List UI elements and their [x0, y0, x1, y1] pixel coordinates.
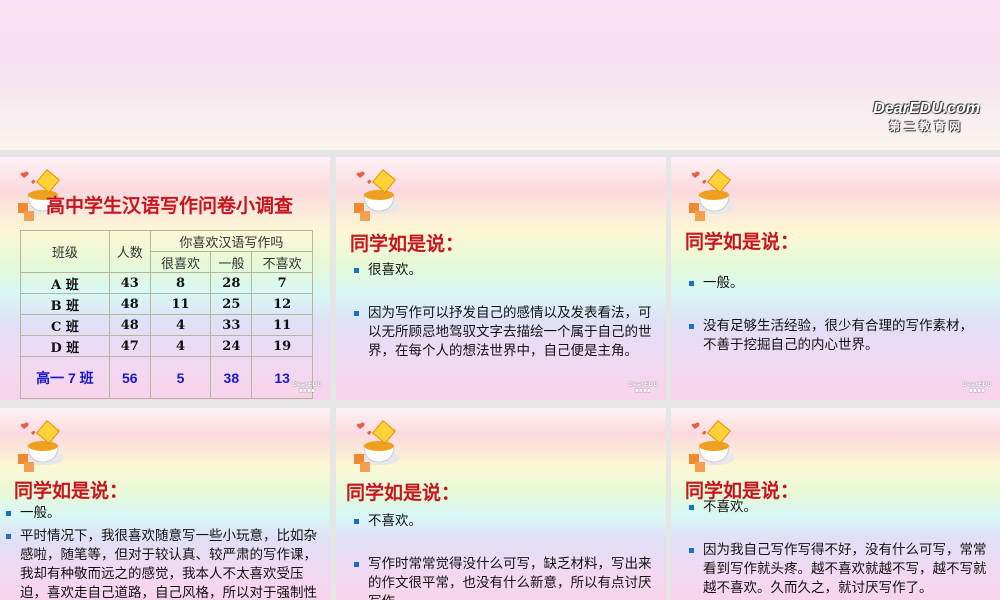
bullet-list: 一般。 没有足够生活经验，很少有合理的写作素材，不善于挖掘自己的内心世界。 — [689, 274, 986, 355]
slide-title: 同学如是说： — [346, 482, 461, 504]
table-row: A 班 43 8 28 7 — [20, 272, 313, 294]
table-row: C 班 48 4 33 11 — [20, 314, 313, 336]
cell: A 班 — [20, 272, 110, 294]
cell: B 班 — [20, 293, 110, 315]
list-item: 因为写作可以抒发自己的感情以及发表看法，可以无所顾忌地驾驭文字去描绘一个属于自己… — [354, 304, 652, 361]
list-item: 写作时常常觉得没什么可写，缺乏材料，写出来的作文很平常，也没有什么新意，所以有点… — [354, 555, 652, 600]
top-banner: DearEDU.com 第二教育网 — [0, 0, 1000, 150]
mini-logo: DearEDU ▪▪▪▪ — [961, 381, 992, 394]
slide-quote-1[interactable]: 同学如是说： 很喜欢。 因为写作可以抒发自己的感情以及发表看法，可以无所顾忌地驾… — [336, 157, 666, 400]
cell: 25 — [210, 293, 253, 315]
cell: 47 — [108, 335, 151, 357]
cell: 7 — [251, 272, 313, 294]
table-row-highlight: 高一 7 班 56 5 38 13 — [20, 356, 313, 399]
cell: D 班 — [20, 335, 110, 357]
list-item: 不喜欢。 — [354, 512, 652, 531]
teacup-icon — [350, 167, 406, 223]
header-class: 班级 — [20, 230, 110, 273]
teacup-icon — [350, 418, 406, 474]
dearedu-logo: DearEDU.com 第二教育网 — [873, 100, 980, 133]
slide-quote-3[interactable]: 同学如是说： 一般。 平时情况下，我很喜欢随意写一些小玩意，比如杂感啦，随笔等，… — [0, 408, 330, 600]
cell: 43 — [108, 272, 151, 294]
table-row: D 班 47 4 24 19 — [20, 335, 313, 357]
bullet-list: 一般。 平时情况下，我很喜欢随意写一些小玩意，比如杂感啦，随笔等，但对于较认真、… — [6, 504, 322, 600]
cell: 高一 7 班 — [20, 356, 110, 399]
cell: 11 — [149, 293, 212, 315]
cell: 56 — [108, 356, 151, 399]
list-item: 没有足够生活经验，很少有合理的写作素材，不善于挖掘自己的内心世界。 — [689, 317, 986, 355]
list-item: 很喜欢。 — [354, 261, 652, 280]
teacup-icon — [685, 167, 741, 223]
mini-logo: DearEDU ▪▪▪▪ — [291, 381, 322, 394]
slide-quote-5[interactable]: 同学如是说： 不喜欢。 因为我自己写作写得不好，没有什么可写，常常看到写作就头疼… — [671, 408, 1000, 600]
cell: 12 — [251, 293, 313, 315]
slide-title: 同学如是说： — [350, 233, 465, 255]
slide-quote-4[interactable]: 同学如是说： 不喜欢。 写作时常常觉得没什么可写，缺乏材料，写出来的作文很平常，… — [336, 408, 666, 600]
mini-logo: DearEDU ▪▪▪▪ — [627, 381, 658, 394]
bullet-list: 不喜欢。 因为我自己写作写得不好，没有什么可写，常常看到写作就头疼。越不喜欢就越… — [689, 498, 990, 598]
list-item: 因为我自己写作写得不好，没有什么可写，常常看到写作就头疼。越不喜欢就越不写，越不… — [689, 541, 990, 598]
cell: 33 — [210, 314, 253, 336]
header-question: 你喜欢汉语写作吗 — [149, 230, 314, 252]
cell: 11 — [251, 314, 313, 336]
cell: 19 — [251, 335, 313, 357]
list-item: 平时情况下，我很喜欢随意写一些小玩意，比如杂感啦，随笔等，但对于较认真、较严肃的… — [6, 527, 322, 600]
cell: 4 — [149, 335, 212, 357]
cell: 48 — [108, 314, 151, 336]
slide-title: 高中学生汉语写作问卷小调查 — [46, 195, 294, 217]
bullet-list: 不喜欢。 写作时常常觉得没什么可写，缺乏材料，写出来的作文很平常，也没有什么新意… — [354, 512, 652, 600]
cell: C 班 — [20, 314, 110, 336]
cell: 5 — [149, 356, 212, 399]
header-like: 很喜欢 — [149, 251, 212, 273]
header-neutral: 一般 — [210, 251, 253, 273]
slide-survey-table[interactable]: 高中学生汉语写作问卷小调查 班级 人数 你喜欢汉语写作吗 很喜欢 一般 不喜欢 A 班4… — [0, 157, 330, 400]
cell: 48 — [108, 293, 151, 315]
list-item: 不喜欢。 — [689, 498, 990, 517]
survey-table: 班级 人数 你喜欢汉语写作吗 很喜欢 一般 不喜欢 A 班 43 8 28 7 B 班 48 11 2… — [20, 230, 314, 399]
teacup-icon — [685, 418, 741, 474]
slide-title: 同学如是说： — [14, 480, 129, 502]
slide-title: 同学如是说： — [685, 231, 800, 253]
bullet-list: 很喜欢。 因为写作可以抒发自己的感情以及发表看法，可以无所顾忌地驾驭文字去描绘一… — [354, 261, 652, 361]
cell: 28 — [210, 272, 253, 294]
list-item: 一般。 — [6, 504, 322, 523]
cell: 38 — [210, 356, 253, 399]
cell: 24 — [210, 335, 253, 357]
table-row: B 班 48 11 25 12 — [20, 293, 313, 315]
cell: 8 — [149, 272, 212, 294]
teacup-icon — [14, 418, 70, 474]
header-count: 人数 — [108, 230, 151, 273]
cell: 4 — [149, 314, 212, 336]
list-item: 一般。 — [689, 274, 986, 293]
header-dislike: 不喜欢 — [251, 251, 313, 273]
slide-quote-2[interactable]: 同学如是说： 一般。 没有足够生活经验，很少有合理的写作素材，不善于挖掘自己的内… — [671, 157, 1000, 400]
